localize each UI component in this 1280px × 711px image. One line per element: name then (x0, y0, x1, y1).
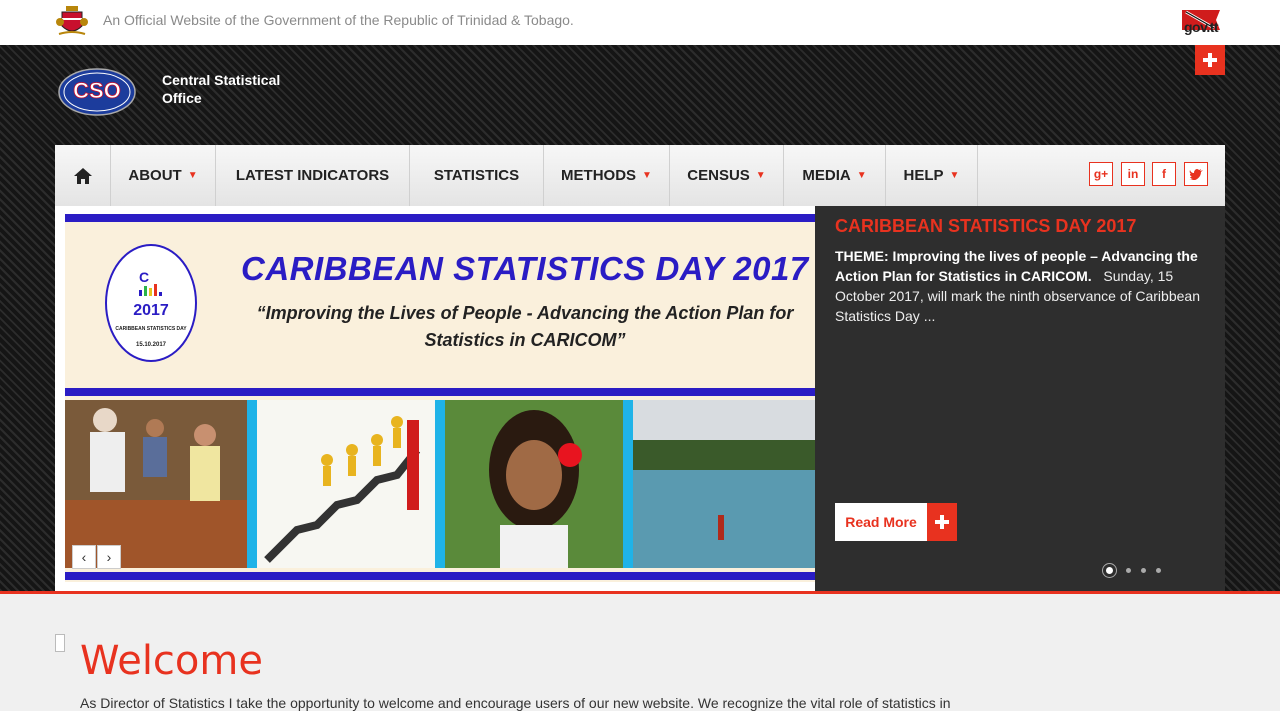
slider-dot-4[interactable] (1156, 568, 1161, 573)
caption-text: THEME: Improving the lives of people – A… (835, 248, 1200, 324)
statistics-day-badge: C 2017 CARIBBEAN STATISTICS DAY 15.10.20… (105, 244, 197, 362)
coat-of-arms-icon (56, 6, 88, 35)
slider-dot-1[interactable] (1103, 564, 1116, 577)
twitter-icon[interactable] (1184, 162, 1208, 186)
chevron-down-icon: ▼ (187, 170, 198, 181)
chevron-down-icon: ▼ (755, 170, 766, 181)
stairs-people-photo (257, 400, 435, 568)
top-bar: An Official Website of the Government of… (0, 0, 1280, 45)
chevron-down-icon: ▼ (856, 170, 867, 181)
chevron-down-icon: ▼ (949, 170, 960, 181)
home-icon (73, 167, 92, 184)
river-landscape-photo (633, 400, 815, 568)
home-button[interactable] (55, 145, 111, 206)
slide-title: CARIBBEAN STATISTICS DAY 2017 (241, 250, 809, 287)
nav-about[interactable]: ABOUT ▼ (111, 145, 216, 206)
bar-logo-icon: C (139, 269, 162, 296)
nav-statistics[interactable]: STATISTICS (410, 145, 544, 206)
slider-dot-3[interactable] (1141, 568, 1146, 573)
nav-help[interactable]: HELP ▼ (886, 145, 978, 206)
collapse-toggle[interactable] (55, 634, 65, 652)
read-more-button[interactable]: Read More (835, 503, 957, 541)
slider-next-button[interactable]: › (97, 545, 121, 569)
expand-plus-button[interactable] (1195, 45, 1225, 75)
google-plus-icon[interactable]: g+ (1089, 162, 1113, 186)
slider-image[interactable]: C 2017 CARIBBEAN STATISTICS DAY 15.10.20… (55, 206, 815, 591)
welcome-text: As Director of Statistics I take the opp… (80, 695, 951, 711)
caption-title[interactable]: CARIBBEAN STATISTICS DAY 2017 (835, 216, 1136, 237)
chevron-down-icon: ▼ (642, 170, 652, 181)
welcome-section: Welcome As Director of Statistics I take… (0, 594, 1280, 711)
plus-icon (927, 503, 957, 541)
nav-media[interactable]: MEDIA ▼ (784, 145, 886, 206)
gov-tt-label: gov.tt (1184, 19, 1219, 35)
slide-subtitle: “Improving the Lives of People - Advanci… (256, 303, 794, 350)
facebook-icon[interactable]: f (1152, 162, 1176, 186)
main-nav: ABOUT ▼ LATEST INDICATORS STATISTICS METH… (55, 145, 1225, 206)
nav-methods[interactable]: METHODS ▼ (544, 145, 670, 206)
welcome-heading: Welcome (80, 638, 263, 684)
slider-dot-2[interactable] (1126, 568, 1131, 573)
slide-caption-panel: CARIBBEAN STATISTICS DAY 2017 THEME: Imp… (815, 206, 1225, 591)
cso-logo[interactable]: CSO (58, 68, 136, 116)
nav-latest-indicators[interactable]: LATEST INDICATORS (216, 145, 410, 206)
svg-text:CSO: CSO (73, 78, 121, 103)
svg-text:C: C (139, 269, 149, 285)
official-website-text: An Official Website of the Government of… (103, 12, 574, 28)
slider-prev-button[interactable]: ‹ (72, 545, 96, 569)
nav-census[interactable]: CENSUS ▼ (670, 145, 784, 206)
site-name[interactable]: Central Statistical Office (162, 71, 302, 107)
slider-pagination (1103, 564, 1161, 577)
girl-portrait-photo (445, 400, 623, 568)
slide-banner: C 2017 CARIBBEAN STATISTICS DAY 15.10.20… (65, 214, 815, 582)
linkedin-icon[interactable]: in (1121, 162, 1145, 186)
lobster-workers-photo (65, 400, 247, 568)
